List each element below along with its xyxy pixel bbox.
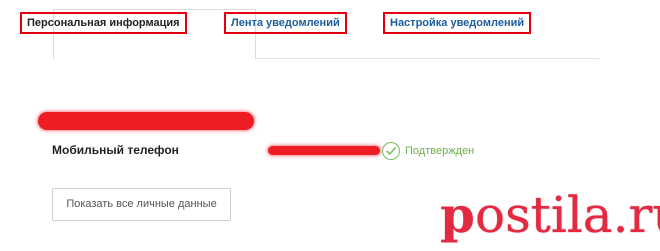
mobile-phone-label: Мобильный телефон bbox=[52, 143, 179, 157]
tab-personal-info-label[interactable]: Персональная информация bbox=[20, 12, 187, 34]
show-all-personal-data-button[interactable]: Показать все личные данные bbox=[52, 188, 231, 221]
tab-notifications-feed[interactable]: Лента уведомлений bbox=[224, 12, 347, 34]
phone-confirmed-status: Подтвержден bbox=[405, 145, 475, 157]
redaction-mark-phone bbox=[268, 146, 380, 155]
tab-bar-divider bbox=[256, 58, 599, 59]
redaction-mark-name bbox=[38, 112, 254, 130]
watermark-logo: postila.ru bbox=[440, 185, 660, 244]
tab-notification-settings[interactable]: Настройка уведомлений bbox=[383, 12, 532, 34]
check-circle-icon bbox=[382, 142, 400, 160]
